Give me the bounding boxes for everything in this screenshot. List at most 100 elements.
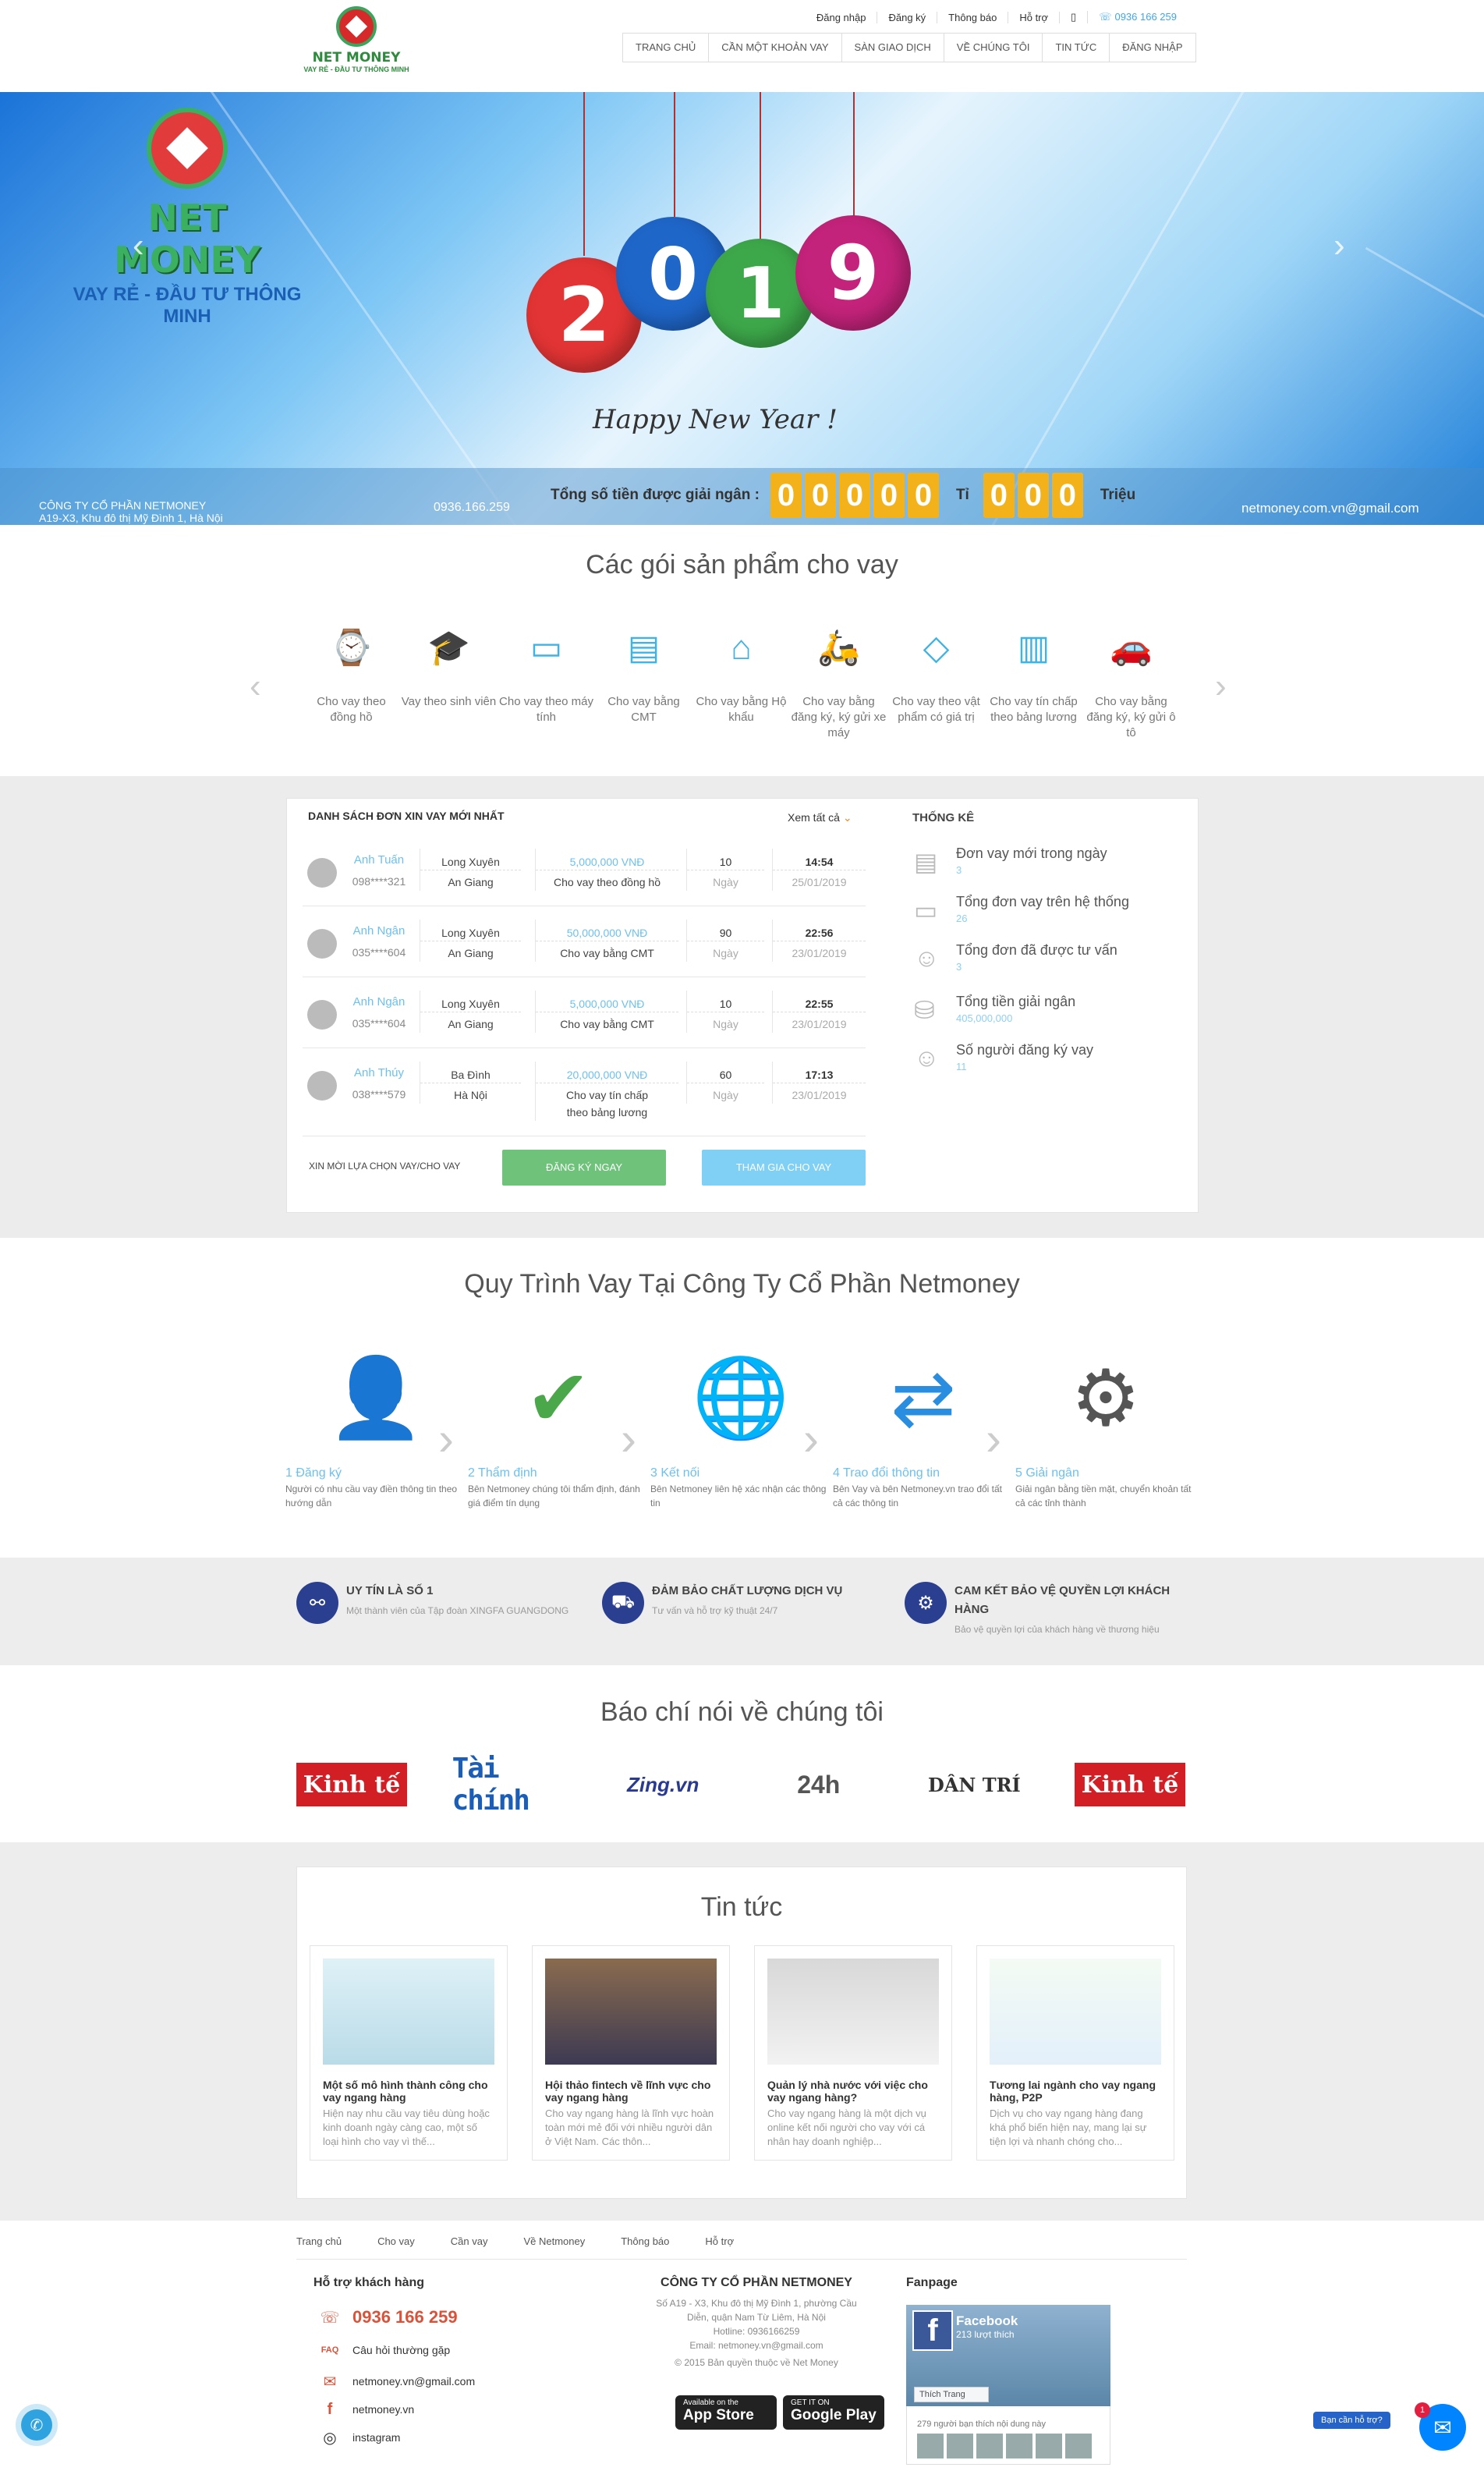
borrower-phone: 035****604 bbox=[352, 946, 406, 959]
product-student-loan[interactable]: 🎓 Vay theo sinh viên bbox=[400, 624, 498, 741]
email-link[interactable]: ✉ netmoney.vn@gmail.com bbox=[320, 2371, 476, 2391]
register-link[interactable]: Đăng ký bbox=[877, 11, 938, 23]
loan-row[interactable]: Anh Tuấn 098****321 Long Xuyên An Giang 5… bbox=[303, 836, 866, 906]
notifications-link[interactable]: Thông báo bbox=[937, 11, 1009, 23]
banner-next-icon[interactable]: › bbox=[1333, 226, 1345, 265]
phone-icon: ☏ bbox=[320, 2309, 340, 2327]
loan-row[interactable]: Anh Thúy 038****579 Ba Đình Hà Nội 20,000… bbox=[303, 1049, 866, 1136]
product-computer-loan[interactable]: ▭ Cho vay theo máy tính bbox=[498, 624, 595, 741]
document-icon: ▤ bbox=[914, 848, 938, 876]
press-logo-kinhte-2[interactable]: Kinh tế bbox=[1074, 1763, 1185, 1806]
faq-label: Câu hỏi thường gặp bbox=[352, 2344, 451, 2356]
loan-row[interactable]: Anh Ngân 035****604 Long Xuyên An Giang 5… bbox=[303, 978, 866, 1048]
instagram-link[interactable]: ◎ instagram bbox=[320, 2427, 400, 2448]
footer-link-lend[interactable]: Cho vay bbox=[377, 2235, 415, 2247]
mail-icon: ✉ bbox=[323, 2373, 337, 2391]
nav-about[interactable]: VỀ CHÚNG TÔI bbox=[944, 34, 1043, 62]
banner-brand-title: NET MONEY bbox=[113, 197, 261, 281]
friend-avatar[interactable] bbox=[917, 2434, 944, 2459]
press-logo-taichinh[interactable]: Tài chính bbox=[452, 1753, 563, 1817]
press-logo-24h[interactable]: 24h bbox=[763, 1763, 874, 1806]
news-item[interactable]: Một số mô hình thành công cho vay ngang … bbox=[310, 1945, 508, 2161]
product-motorbike-loan[interactable]: 🛵 Cho vay bằng đăng ký, ký gửi xe máy bbox=[790, 624, 887, 741]
press-logos: Kinh tế Tài chính Zing.vn 24h DÂN TRÍ Ki… bbox=[296, 1753, 1185, 1817]
call-button[interactable]: ✆ bbox=[16, 2404, 58, 2446]
product: Cho vay tín chấp theo bảng lương bbox=[565, 1089, 649, 1118]
footer-link-home[interactable]: Trang chủ bbox=[296, 2235, 342, 2247]
nav-exchange[interactable]: SÀN GIAO DỊCH bbox=[842, 34, 944, 62]
loan-row[interactable]: Anh Ngân 035****604 Long Xuyên An Giang 5… bbox=[303, 907, 866, 977]
support-link[interactable]: Hỗ trợ bbox=[1008, 11, 1061, 23]
province: An Giang bbox=[448, 876, 494, 888]
press-logo-kinhte[interactable]: Kinh tế bbox=[296, 1763, 407, 1806]
news-item-desc: Cho vay ngang hàng là một dịch vụ online… bbox=[767, 2108, 926, 2147]
hotline-link[interactable]: ☏ 0936 166 259 bbox=[1088, 11, 1188, 23]
friend-avatar[interactable] bbox=[947, 2434, 973, 2459]
product-car-loan[interactable]: 🚗 Cho vay bằng đăng ký, ký gửi ô tô bbox=[1082, 624, 1180, 741]
banner-brand-slogan: VAY RẺ - ĐẦU TƯ THÔNG MINH bbox=[73, 284, 302, 327]
google-play-badge[interactable]: GET IT ON Google Play bbox=[783, 2395, 884, 2430]
faq-link[interactable]: FAQ Câu hỏi thường gặp bbox=[320, 2340, 451, 2360]
money-gears-icon: ⚙ bbox=[1071, 1354, 1141, 1442]
view-all-label: Xem tất cả bbox=[788, 811, 840, 824]
app-store-badge[interactable]: Available on the App Store bbox=[675, 2395, 777, 2430]
google-play-label: Google Play bbox=[791, 2407, 877, 2423]
loan-amount: 5,000,000 VNĐ Cho vay bằng CMT bbox=[535, 991, 678, 1033]
products-prev-icon[interactable]: ‹ bbox=[250, 667, 261, 706]
register-now-button[interactable]: ĐĂNG KÝ NGAY bbox=[502, 1150, 666, 1186]
days-unit: Ngày bbox=[713, 1018, 738, 1030]
instagram-label: instagram bbox=[352, 2431, 401, 2444]
district: Long Xuyên bbox=[420, 849, 521, 870]
news-item[interactable]: Tương lai ngành cho vay ngang hàng, P2P D… bbox=[976, 1945, 1174, 2161]
product-valuables-loan[interactable]: ◇ Cho vay theo vật phẩm có giá trị bbox=[887, 624, 985, 741]
province: An Giang bbox=[448, 947, 494, 959]
nav-news[interactable]: TIN TỨC bbox=[1043, 34, 1110, 62]
nav-home[interactable]: TRANG CHỦ bbox=[623, 34, 710, 62]
support-phone[interactable]: ☏ 0936 166 259 bbox=[320, 2307, 457, 2327]
product-salary-loan[interactable]: ▥ Cho vay tín chấp theo bảng lương bbox=[985, 624, 1082, 741]
footer-link-about[interactable]: Về Netmoney bbox=[523, 2235, 585, 2247]
stat-value: 11 bbox=[956, 1061, 967, 1072]
site-logo[interactable]: NET MONEY VAY RẺ - ĐẦU TƯ THÔNG MINH bbox=[298, 6, 415, 84]
view-all-link[interactable]: Xem tất cả ⌄ bbox=[788, 811, 852, 824]
friend-avatar[interactable] bbox=[1065, 2434, 1092, 2459]
facebook-link[interactable]: f netmoney.vn bbox=[320, 2399, 414, 2420]
product-watch-loan[interactable]: ⌚ Cho vay theo đồng hồ bbox=[303, 624, 400, 741]
phone-icon: ✆ bbox=[21, 2409, 52, 2441]
commitment-desc: Một thành viên của Tập đoàn XINGFA GUANG… bbox=[346, 1605, 569, 1616]
messenger-badge: 1 bbox=[1415, 2402, 1430, 2418]
join-lending-button[interactable]: THAM GIA CHO VAY bbox=[702, 1150, 866, 1186]
footer-link-notices[interactable]: Thông báo bbox=[621, 2235, 669, 2247]
stat-item: ⛁ Tổng tiền giải ngân 405,000,000 bbox=[911, 994, 1168, 1040]
fanpage-name[interactable]: Facebook bbox=[956, 2313, 1018, 2329]
login-link[interactable]: Đăng nhập bbox=[806, 11, 878, 23]
news-item[interactable]: Hội thảo fintech về lĩnh vực cho vay nga… bbox=[532, 1945, 730, 2161]
loan-term: 60 Ngày bbox=[686, 1062, 764, 1104]
friend-avatar[interactable] bbox=[1006, 2434, 1032, 2459]
like-page-button[interactable]: Thích Trang bbox=[914, 2387, 989, 2402]
footer-link-borrow[interactable]: Cần vay bbox=[451, 2235, 488, 2247]
product: Cho vay bằng CMT bbox=[560, 1018, 654, 1030]
counter-digit: 0 bbox=[804, 473, 836, 518]
friend-avatar[interactable] bbox=[976, 2434, 1003, 2459]
help-chip[interactable]: Bạn cần hỗ trợ? bbox=[1313, 2412, 1390, 2429]
stat-value: 3 bbox=[956, 864, 962, 876]
counter-digit: 0 bbox=[770, 473, 802, 518]
monitor-icon: ▭ bbox=[914, 896, 938, 924]
company-name: CÔNG TY CỔ PHẦN NETMONEY bbox=[39, 499, 207, 512]
loan-time: 14:54 25/01/2019 bbox=[772, 849, 866, 891]
news-thumbnail bbox=[767, 1959, 939, 2065]
news-item[interactable]: Quản lý nhà nước với việc cho vay ngang … bbox=[754, 1945, 952, 2161]
product-household-loan[interactable]: ⌂ Cho vay bằng Hộ khẩu bbox=[692, 624, 790, 741]
products-next-icon[interactable]: › bbox=[1215, 667, 1227, 706]
nav-login[interactable]: ĐĂNG NHẬP bbox=[1110, 34, 1195, 62]
footer-link-support[interactable]: Hỗ trợ bbox=[705, 2235, 734, 2247]
company-info: CÔNG TY CỔ PHẦN NETMONEY Số A19 - X3, Kh… bbox=[593, 2276, 920, 2370]
press-logo-dantri[interactable]: DÂN TRÍ bbox=[919, 1763, 1029, 1806]
nav-need-loan[interactable]: CẦN MỘT KHOẢN VAY bbox=[709, 34, 842, 62]
friend-avatar[interactable] bbox=[1036, 2434, 1062, 2459]
loan-amount: 50,000,000 VNĐ Cho vay bằng CMT bbox=[535, 920, 678, 962]
product-idcard-loan[interactable]: ▤ Cho vay bằng CMT bbox=[595, 624, 692, 741]
banner-prev-icon[interactable]: ‹ bbox=[133, 226, 144, 265]
press-logo-zing[interactable]: Zing.vn bbox=[607, 1763, 718, 1806]
